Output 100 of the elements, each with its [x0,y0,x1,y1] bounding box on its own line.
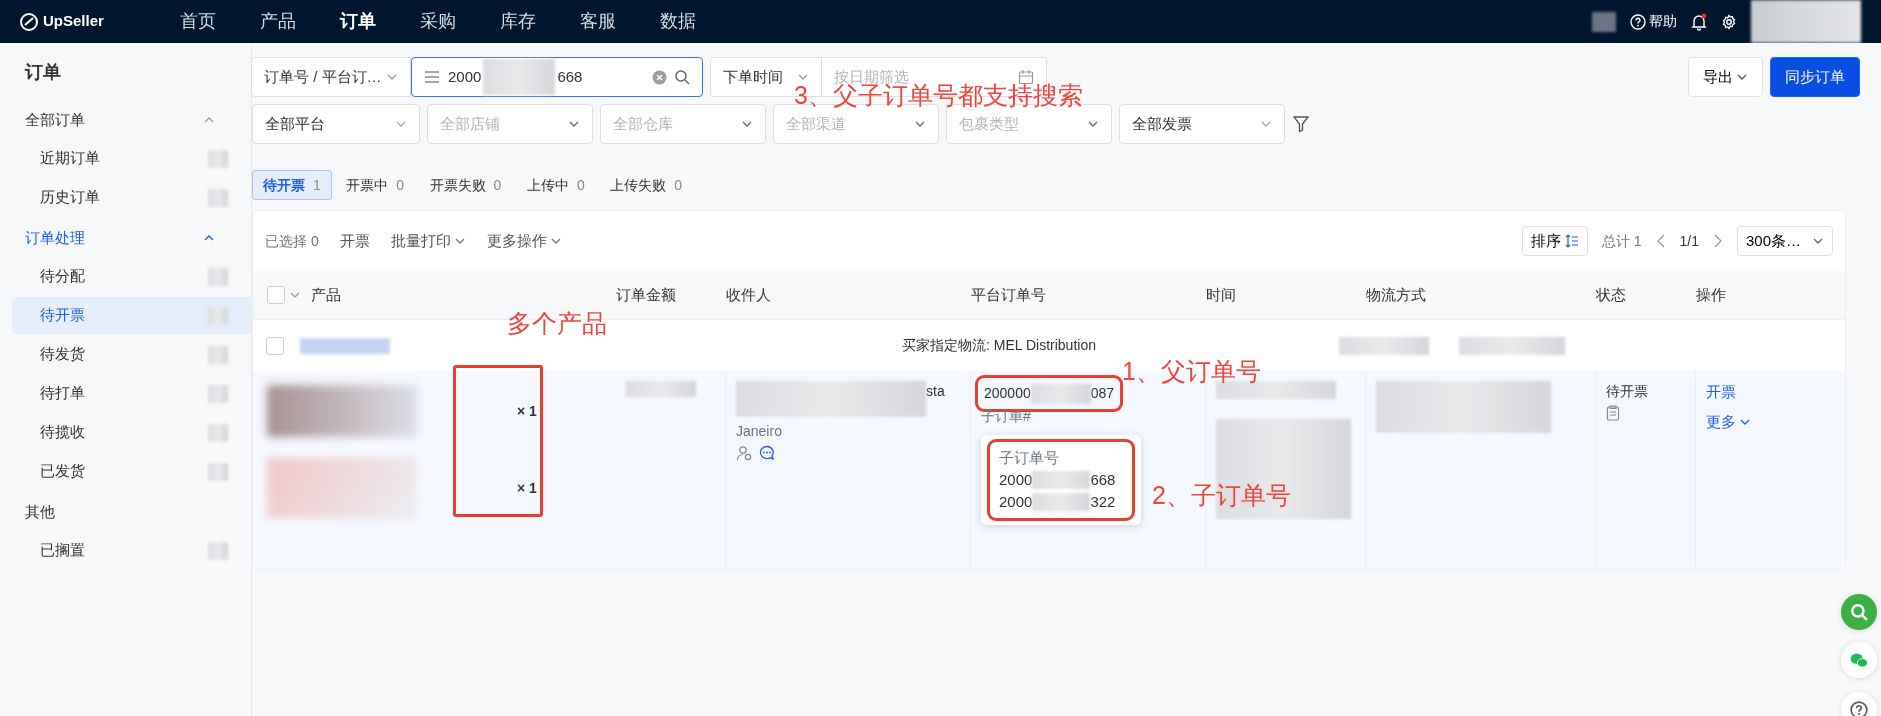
toolbar-action[interactable]: 开票 [339,229,370,253]
blurred-area [1032,471,1091,489]
nav-tab[interactable]: 订单 [318,8,398,35]
blurred-area [1030,383,1091,404]
help-icon [1850,701,1868,716]
selected-count: 已选择 0 [265,231,319,251]
sidebar-item[interactable]: 近期订单 [12,140,252,177]
logo-text: UpSeller [43,11,104,32]
annotation-text: 2、子订单号 [1152,483,1291,508]
blurred-count [208,149,228,168]
search-value-end: 668 [557,66,583,87]
chat-icon [759,445,775,461]
export-button[interactable]: 导出 [1687,57,1763,97]
sidebar-item[interactable]: 历史订单 [12,179,252,216]
filter-icon [1292,115,1310,133]
status-tab[interactable]: 上传中 0 [515,170,596,200]
nav-tab[interactable]: 客服 [558,8,638,35]
annotation-text: 1、父订单号 [1122,359,1261,384]
logistics-note: 买家指定物流: MEL Distribution [902,336,1096,355]
action-link[interactable]: 开票 [1706,381,1736,404]
sidebar-item[interactable]: 待打单 [12,375,252,412]
sidebar-item[interactable]: 待发货 [12,336,252,373]
search-type-select[interactable]: 订单号 / 平台订… [251,57,411,97]
sidebar-group[interactable]: 订单处理 [0,218,251,258]
column-header: 订单金额 [616,284,677,305]
search-field[interactable]: 2000 668 [411,57,703,97]
receiver-name-end: sta [926,382,945,401]
child-order-number-start: 2000 [999,470,1033,490]
nav-tab[interactable]: 采购 [398,8,478,35]
sidebar-group[interactable]: 其他 [0,492,251,532]
blurred-count [208,462,228,481]
status-tab[interactable]: 开票失败 0 [418,170,513,200]
annotation-text: 多个产品 [507,311,607,336]
blurred-count [208,384,228,403]
row-checkbox[interactable] [266,336,284,355]
search-icon [674,69,690,85]
chat-bubbles-icon [1850,651,1868,669]
clear-icon [652,69,667,85]
action-link[interactable]: 更多 [1706,410,1751,433]
blurred-count [208,267,228,286]
nav-tab[interactable]: 首页 [158,8,238,35]
order-number-start: 200000 [984,384,1031,403]
sidebar-title: 订单 [23,61,62,84]
blurred-count [208,306,228,325]
sort-icon [1564,234,1579,248]
column-header: 操作 [1696,284,1727,305]
help-icon [1629,13,1646,30]
select-all-checkbox[interactable] [267,286,285,304]
previous-page-icon [1655,234,1666,248]
blurred-count [208,541,228,560]
column-header: 状态 [1596,284,1627,305]
sidebar-item[interactable]: 已发货 [12,453,252,490]
child-order-number-end: 322 [1090,492,1116,512]
calendar-icon [1018,69,1034,85]
list-icon [424,70,440,84]
sync-orders-button[interactable]: 同步订单 [1770,57,1860,97]
status-tab[interactable]: 开票中 0 [335,170,416,200]
filter-select[interactable]: 全部发票 [1119,104,1285,144]
toolbar-action[interactable]: 更多操作 [486,229,562,253]
status-tab[interactable]: 上传失败 0 [599,170,693,200]
settings-icon [1721,13,1737,30]
sidebar-group[interactable]: 全部订单 [0,100,251,140]
child-order-label: 子订单# [981,407,1032,426]
sidebar-item[interactable]: 已搁置 [12,532,252,569]
total-count: 总计 1 [1601,231,1642,251]
logo-icon [20,12,38,31]
nav-tab[interactable]: 库存 [478,8,558,35]
nav-tab[interactable]: 数据 [638,8,718,35]
column-header: 产品 [311,284,342,305]
order-number-end: 087 [1090,384,1115,403]
sort-button[interactable]: 排序 [1521,226,1588,256]
status-tab[interactable]: 待开票 1 [252,170,332,200]
child-order-number-start: 2000 [999,492,1033,512]
child-order-number-end: 668 [1090,470,1116,490]
clipboard-icon [1606,405,1620,422]
sidebar-item[interactable]: 待开票 [12,297,252,334]
person-icon [736,445,752,461]
popover-title: 子订单号 [999,448,1060,468]
page-indicator: 1/1 [1679,231,1699,251]
page-size-select[interactable]: 300条… [1737,226,1833,256]
filter-select[interactable]: 全部平台 [252,104,420,144]
column-header: 物流方式 [1366,284,1427,305]
search-icon [1850,603,1868,621]
quantity-text: × 1 [517,478,537,498]
blurred-count [208,188,228,207]
toolbar-action[interactable]: 批量打印 [390,229,466,253]
blurred-area [1591,11,1616,32]
sidebar-item[interactable]: 待分配 [12,258,252,295]
blurred-area [626,381,696,397]
quantity-text: × 1 [517,401,537,421]
blurred-count [208,345,228,364]
nav-tab[interactable]: 产品 [238,8,318,35]
sidebar-item[interactable]: 待揽收 [12,414,252,451]
column-header: 平台订单号 [971,284,1047,305]
column-header: 时间 [1206,284,1237,305]
help-button[interactable]: 帮助 [1629,11,1677,32]
blurred-count [208,423,228,442]
receiver-city: Janeiro [736,421,783,441]
next-page-icon [1713,234,1723,248]
blurred-area [1032,493,1091,511]
